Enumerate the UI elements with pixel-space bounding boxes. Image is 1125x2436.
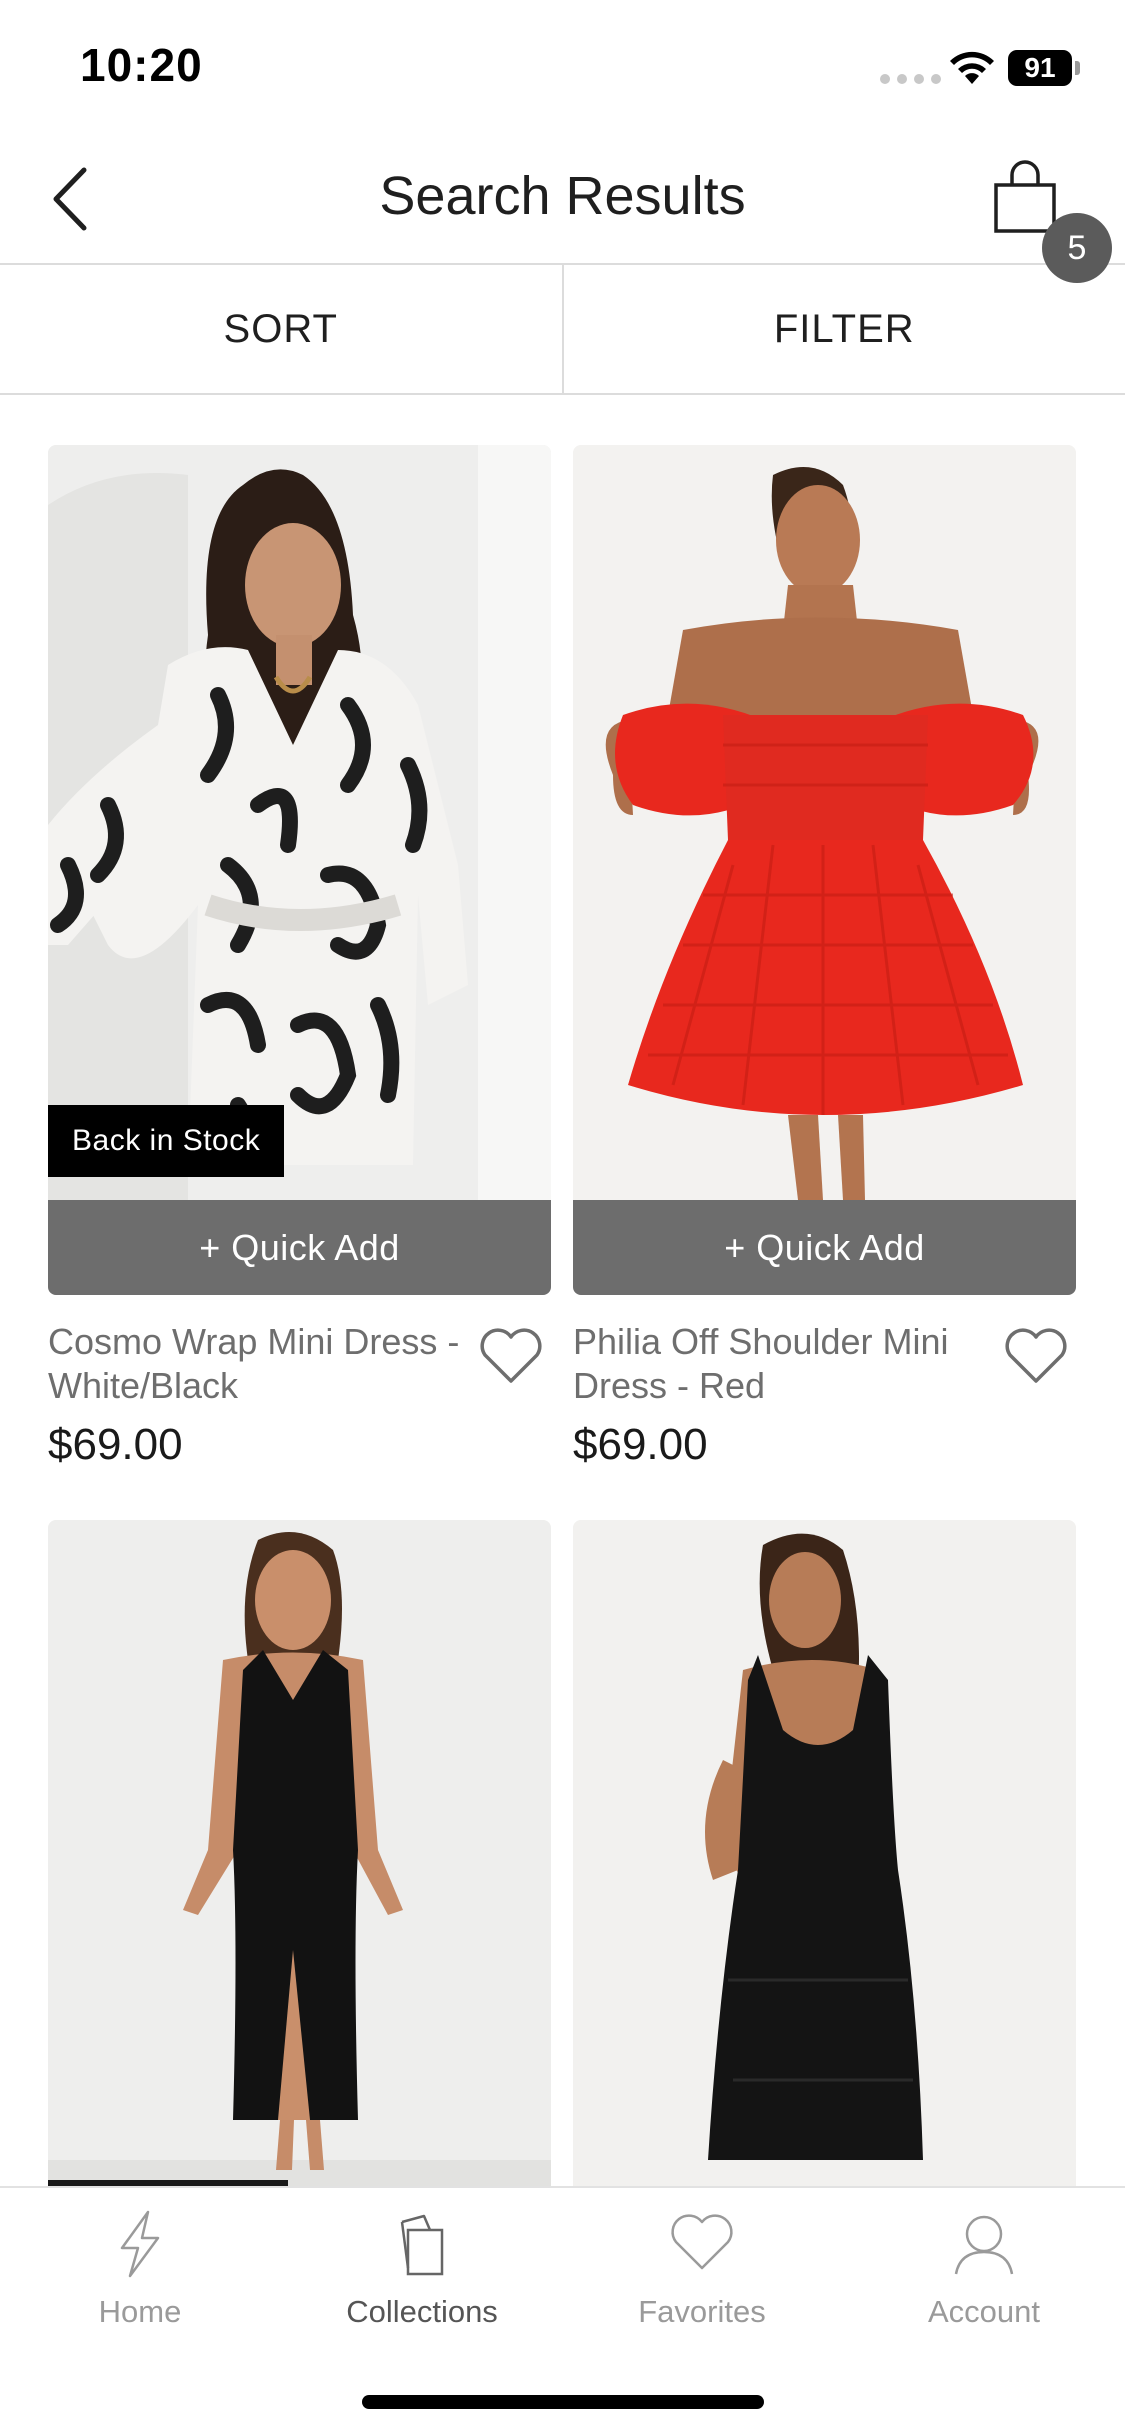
product-image[interactable] [573, 1520, 1076, 2186]
status-time: 10:20 [80, 39, 203, 91]
bolt-icon [120, 2210, 160, 2278]
back-in-stock-badge: Back in Stock [48, 1105, 285, 1177]
tab-collections[interactable]: Collections [322, 2208, 522, 2348]
battery-level: 91 [1008, 50, 1072, 86]
product-price: $69.00 [573, 1420, 708, 1469]
wifi-icon [950, 51, 994, 84]
battery-icon: 91 [1008, 50, 1080, 86]
tab-favorites[interactable]: Favorites [602, 2208, 802, 2348]
dress-white-black-print-photo [48, 445, 551, 1200]
status-bar: 10:20 91 [0, 0, 1125, 135]
quick-add-button[interactable]: + Quick Add [48, 1200, 551, 1295]
sort-filter-bar: SORT FILTER [0, 265, 1125, 395]
header-bar: Search Results 5 [0, 135, 1125, 283]
tab-label: Home [98, 2294, 182, 2329]
dress-black-tiered-maxi-photo [573, 1520, 1076, 2186]
tab-account[interactable]: Account [884, 2208, 1084, 2348]
product-image[interactable] [48, 445, 551, 1200]
home-indicator[interactable] [362, 2395, 764, 2409]
product-name[interactable]: Cosmo Wrap Mini Dress - White/Black [48, 1320, 468, 1408]
product-image[interactable] [573, 445, 1076, 1200]
product-name[interactable]: Philia Off Shoulder Mini Dress - Red [573, 1320, 993, 1408]
cellular-signal-icon [880, 74, 941, 84]
tab-home[interactable]: Home [40, 2208, 240, 2348]
tab-label: Collections [346, 2294, 498, 2329]
page-title: Search Results [379, 166, 746, 226]
heart-outline-icon [1005, 1328, 1067, 1383]
filter-button[interactable]: FILTER [564, 265, 1125, 393]
quick-add-button[interactable]: + Quick Add [573, 1200, 1076, 1295]
heart-icon [671, 2214, 733, 2270]
dress-black-halter-midi-photo [48, 1520, 551, 2186]
favorite-button[interactable] [478, 1325, 548, 1389]
dress-red-off-shoulder-photo [573, 445, 1076, 1200]
cart-button[interactable]: 5 [980, 157, 1112, 283]
user-icon [954, 2215, 1014, 2275]
heart-outline-icon [480, 1328, 542, 1383]
product-price: $69.00 [48, 1420, 183, 1469]
tab-label: Account [927, 2294, 1040, 2329]
collections-icon [400, 2214, 444, 2276]
tab-label: Favorites [638, 2294, 766, 2329]
product-image[interactable] [48, 1520, 551, 2186]
favorite-button[interactable] [1003, 1325, 1073, 1389]
sort-button[interactable]: SORT [0, 265, 564, 393]
search-results-screen: 10:20 91 Search Results 5 SORT FILTER Ba… [0, 0, 1125, 2436]
